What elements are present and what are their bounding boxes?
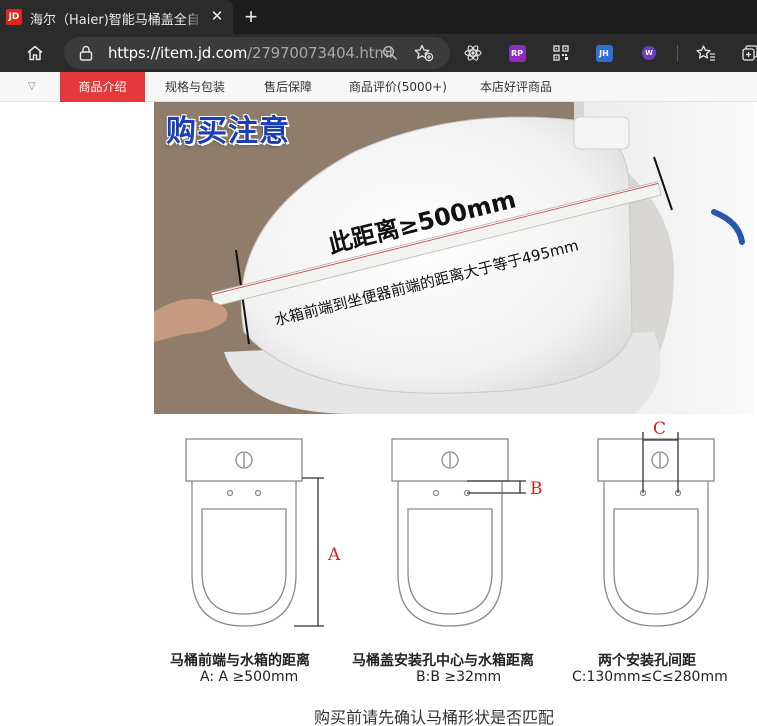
home-button[interactable] [20,34,50,72]
tab-specs-packaging[interactable]: 规格与包装 [152,72,238,102]
react-devtools-icon [464,45,482,61]
tab-after-sales[interactable]: 售后保障 [248,72,328,102]
jh-extension-icon: JH [595,44,613,62]
extension-react-devtools[interactable] [458,34,488,72]
browser-toolbar: https://item.jd.com/27970073404.html RP [0,34,757,72]
diagram-c-toilet [597,432,715,627]
rp-extension-icon: RP [508,44,526,62]
add-favorite-icon[interactable] [414,44,434,62]
favorites-button[interactable] [691,34,721,72]
lock-icon[interactable] [79,45,93,61]
url-path: /27970073404.html [247,44,393,62]
toolbar-divider [677,45,678,61]
jd-favicon-icon: JD [6,9,22,25]
tab-reviews[interactable]: 商品评价(5000+) [344,72,452,102]
zoom-icon[interactable] [382,45,398,61]
toilet-diagrams-svg: A B C [185,419,715,627]
extension-rp[interactable]: RP [502,34,532,72]
extension-jh[interactable]: JH [589,34,619,72]
tab-title: 海尔（Haier)智能马桶盖全自动盖板 [30,13,200,26]
installation-diagrams: A B C 马桶前端与水箱的距离 A: A ≥500mm 马桶盖安装孔中心与水箱… [154,414,754,726]
tab-store-favorites[interactable]: 本店好评商品 [470,72,562,102]
collections-button[interactable] [735,34,757,72]
photo-title: 购买注意 [166,114,290,149]
diagram-a-value: A: A ≥500mm [200,669,299,685]
diagram-letter-a: A [327,545,341,565]
diagram-letter-c: C [653,419,666,439]
diagram-b-value: B:B ≥32mm [416,669,502,685]
collections-icon [742,45,757,61]
diagram-a-caption: 马桶前端与水箱的距离 [170,653,310,669]
diagram-c-caption: 两个安装孔间距 [598,653,696,669]
url-text[interactable]: https://item.jd.com/27970073404.html [108,44,393,62]
w-extension-icon: W [642,46,656,60]
extension-w[interactable]: W [634,34,664,72]
tab-product-intro[interactable]: 商品介绍 [60,72,145,102]
browser-tab[interactable]: JD 海尔（Haier)智能马桶盖全自动盖板 ✕ [0,0,233,34]
diagram-letter-b: B [530,479,543,499]
qr-code-icon [553,45,569,61]
tab-title-fade [186,6,204,28]
favorites-icon [696,45,715,61]
new-tab-button[interactable]: + [240,5,262,29]
product-photo: 购买注意 此距离≥500mm 水箱前端到坐便器前端的距离大于等于495mm [154,102,754,414]
footer-note: 购买前请先确认马桶形状是否匹配 [314,708,555,726]
chevron-down-icon[interactable]: ▽ [28,72,36,102]
diagram-c-value: C:130mm≤C≤280mm [572,669,728,685]
diagram-b-caption: 马桶盖安装孔中心与水箱距离 [352,653,534,669]
diagram-a-toilet [185,438,324,627]
diagram-b-toilet [391,438,526,627]
close-tab-icon[interactable]: ✕ [208,8,226,26]
address-bar[interactable]: https://item.jd.com/27970073404.html [64,37,450,69]
browser-tab-strip: JD 海尔（Haier)智能马桶盖全自动盖板 ✕ + [0,0,757,34]
product-tab-bar: ▽ 商品介绍 规格与包装 售后保障 商品评价(5000+) 本店好评商品 [0,72,757,102]
extension-qr-code[interactable] [546,34,576,72]
url-host: https://item.jd.com [108,44,248,62]
home-icon [27,45,43,61]
